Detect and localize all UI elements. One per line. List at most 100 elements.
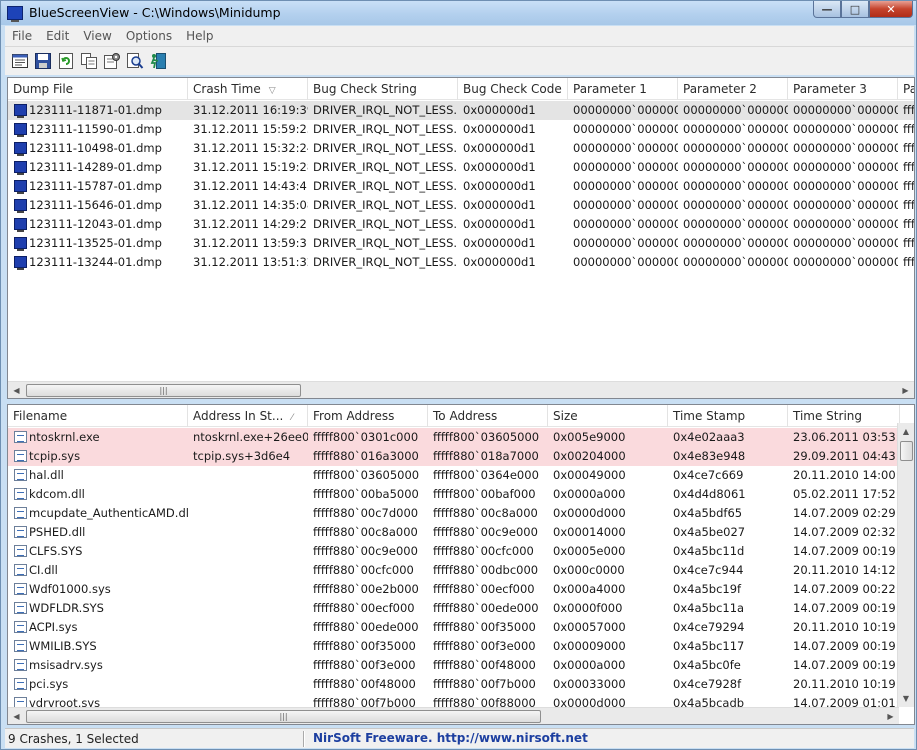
title-bar[interactable]: BlueScreenView - C:\Windows\Minidump — □… (1, 1, 916, 25)
module-row[interactable]: PSHED.dll fffff880`00c8a000 fffff880`00c9e… (8, 523, 914, 542)
time-string: 23.06.2011 03:53:23 (793, 430, 900, 444)
save-icon[interactable] (34, 52, 52, 70)
maximize-button[interactable]: □ (841, 1, 869, 18)
module-size: 0x005e9000 (553, 430, 626, 444)
to-address: fffff800`00baf000 (433, 487, 536, 501)
time-string: 29.09.2011 04:43:04 (793, 449, 900, 463)
module-row[interactable]: kdcom.dll fffff800`00ba5000 fffff800`00baf… (8, 485, 914, 504)
parameter-3: 00000000`000000... (793, 160, 898, 174)
dump-row[interactable]: 123111-15787-01.dmp 31.12.2011 14:43:41 DR… (8, 177, 914, 196)
module-row[interactable]: ntoskrnl.exe ntoskrnl.exe+26ee0 fffff800`0… (8, 428, 914, 447)
column-bug-check-string[interactable]: Bug Check String (308, 78, 458, 100)
time-stamp: 0x4ce7c669 (673, 468, 744, 482)
nirsoft-link[interactable]: NirSoft Freeware. http://www.nirsoft.net (313, 731, 588, 745)
find-icon[interactable] (126, 52, 144, 70)
crash-time: 31.12.2011 15:19:28 (193, 160, 308, 174)
dump-row[interactable]: 123111-10498-01.dmp 31.12.2011 15:32:24 DR… (8, 139, 914, 158)
toolbar (5, 46, 914, 75)
properties-icon[interactable] (11, 52, 29, 70)
column-address-in-stack[interactable]: Address In St... ⁄ (188, 405, 308, 427)
scroll-right-arrow-icon[interactable]: ▶ (897, 382, 914, 398)
dump-row[interactable]: 123111-15646-01.dmp 31.12.2011 14:35:08 DR… (8, 196, 914, 215)
parameter-1: 00000000`000000... (573, 122, 678, 136)
copy-icon[interactable] (80, 52, 98, 70)
module-row[interactable]: hal.dll fffff800`03605000 fffff800`0364e00… (8, 466, 914, 485)
column-parameter-2[interactable]: Parameter 2 (678, 78, 788, 100)
column-time-string[interactable]: Time String (788, 405, 900, 427)
module-row[interactable]: WDFLDR.SYS fffff880`00ecf000 fffff880`00ed… (8, 599, 914, 618)
dump-row[interactable]: 123111-13525-01.dmp 31.12.2011 13:59:31 DR… (8, 234, 914, 253)
time-string: 14.07.2009 02:32:23 (793, 525, 900, 539)
column-parameter-4[interactable]: Pa (898, 78, 914, 100)
time-stamp: 0x4ce7928f (673, 677, 742, 691)
module-row[interactable]: ACPI.sys fffff880`00ede000 fffff880`00f350… (8, 618, 914, 637)
scroll-left-arrow-icon[interactable]: ◀ (8, 382, 25, 398)
scroll-down-arrow-icon[interactable]: ▼ (898, 690, 914, 707)
bug-check-string: DRIVER_IRQL_NOT_LESS... (313, 255, 458, 269)
scroll-up-arrow-icon[interactable]: ▲ (898, 423, 914, 440)
module-size: 0x0000a000 (553, 658, 626, 672)
module-size: 0x0005e000 (553, 544, 626, 558)
dump-list-horizontal-scrollbar[interactable]: ◀ ||| ▶ (8, 381, 914, 398)
module-row[interactable]: msisadrv.sys fffff880`00f3e000 fffff880`00… (8, 656, 914, 675)
module-size: 0x00049000 (553, 468, 626, 482)
menu-file[interactable]: File (5, 29, 39, 43)
module-row[interactable]: CI.dll fffff880`00cfc000 fffff880`00dbc000… (8, 561, 914, 580)
scroll-thumb[interactable]: ||| (26, 710, 541, 723)
dump-file-name: 123111-13244-01.dmp (29, 255, 162, 269)
menu-help[interactable]: Help (179, 29, 220, 43)
module-row[interactable]: WMILIB.SYS fffff880`00f35000 fffff880`00f3… (8, 637, 914, 656)
dump-row[interactable]: 123111-14289-01.dmp 31.12.2011 15:19:28 DR… (8, 158, 914, 177)
module-row[interactable]: pci.sys fffff880`00f48000 fffff880`00f7b00… (8, 675, 914, 694)
options-icon[interactable] (103, 52, 121, 70)
menu-options[interactable]: Options (119, 29, 179, 43)
time-stamp: 0x4d4d8061 (673, 487, 746, 501)
module-size: 0x0000f000 (553, 601, 623, 615)
column-parameter-1[interactable]: Parameter 1 (568, 78, 678, 100)
time-string: 14.07.2009 00:19:57 (793, 544, 900, 558)
module-list-horizontal-scrollbar[interactable]: ◀ ||| ▶ (8, 707, 899, 724)
dump-row[interactable]: 123111-11590-01.dmp 31.12.2011 15:59:23 DR… (8, 120, 914, 139)
to-address: fffff880`00dbc000 (433, 563, 539, 577)
crash-time: 31.12.2011 14:29:21 (193, 217, 308, 231)
column-size[interactable]: Size (548, 405, 668, 427)
minimize-button[interactable]: — (813, 1, 841, 18)
menu-edit[interactable]: Edit (39, 29, 76, 43)
parameter-4: fff (903, 255, 915, 269)
module-row[interactable]: Wdf01000.sys fffff880`00e2b000 fffff880`00… (8, 580, 914, 599)
column-bug-check-code[interactable]: Bug Check Code (458, 78, 568, 100)
close-button[interactable]: ✕ (869, 1, 913, 18)
dump-row[interactable]: 123111-11871-01.dmp 31.12.2011 16:19:39 DR… (8, 101, 914, 120)
module-list-rows: ntoskrnl.exe ntoskrnl.exe+26ee0 fffff800`0… (8, 428, 914, 713)
module-size: 0x00204000 (553, 449, 626, 463)
parameter-1: 00000000`000000... (573, 255, 678, 269)
module-row[interactable]: tcpip.sys tcpip.sys+3d6e4 fffff880`016a300… (8, 447, 914, 466)
column-from-address[interactable]: From Address (308, 405, 428, 427)
column-crash-time[interactable]: Crash Time ▽ (188, 78, 308, 100)
time-stamp: 0x4a5bc0fe (673, 658, 741, 672)
vertical-scroll-thumb[interactable] (900, 441, 913, 461)
dump-row[interactable]: 123111-13244-01.dmp 31.12.2011 13:51:32 DR… (8, 253, 914, 272)
parameter-4: fff (903, 179, 915, 193)
column-to-address[interactable]: To Address (428, 405, 548, 427)
crash-time: 31.12.2011 15:32:24 (193, 141, 308, 155)
module-row[interactable]: CLFS.SYS fffff880`00c9e000 fffff880`00cfc0… (8, 542, 914, 561)
scroll-thumb[interactable]: ||| (26, 384, 301, 397)
bug-check-code: 0x000000d1 (463, 160, 536, 174)
dump-row[interactable]: 123111-12043-01.dmp 31.12.2011 14:29:21 DR… (8, 215, 914, 234)
column-parameter-3[interactable]: Parameter 3 (788, 78, 898, 100)
to-address: fffff880`00ede000 (433, 601, 539, 615)
scroll-left-arrow-icon[interactable]: ◀ (8, 708, 25, 724)
scroll-right-arrow-icon[interactable]: ▶ (882, 708, 899, 724)
parameter-1: 00000000`000000... (573, 198, 678, 212)
column-time-stamp[interactable]: Time Stamp (668, 405, 788, 427)
module-row[interactable]: mcupdate_AuthenticAMD.dll fffff880`00c7d0… (8, 504, 914, 523)
column-dump-file[interactable]: Dump File (8, 78, 188, 100)
menu-view[interactable]: View (76, 29, 118, 43)
module-list-pane: Filename Address In St... ⁄ From Address … (7, 404, 915, 725)
column-filename[interactable]: Filename (8, 405, 188, 427)
exit-icon[interactable] (149, 52, 167, 70)
refresh-icon[interactable] (57, 52, 75, 70)
parameter-3: 00000000`000000... (793, 103, 898, 117)
module-list-vertical-scrollbar[interactable]: ▲ ▼ (897, 423, 914, 707)
